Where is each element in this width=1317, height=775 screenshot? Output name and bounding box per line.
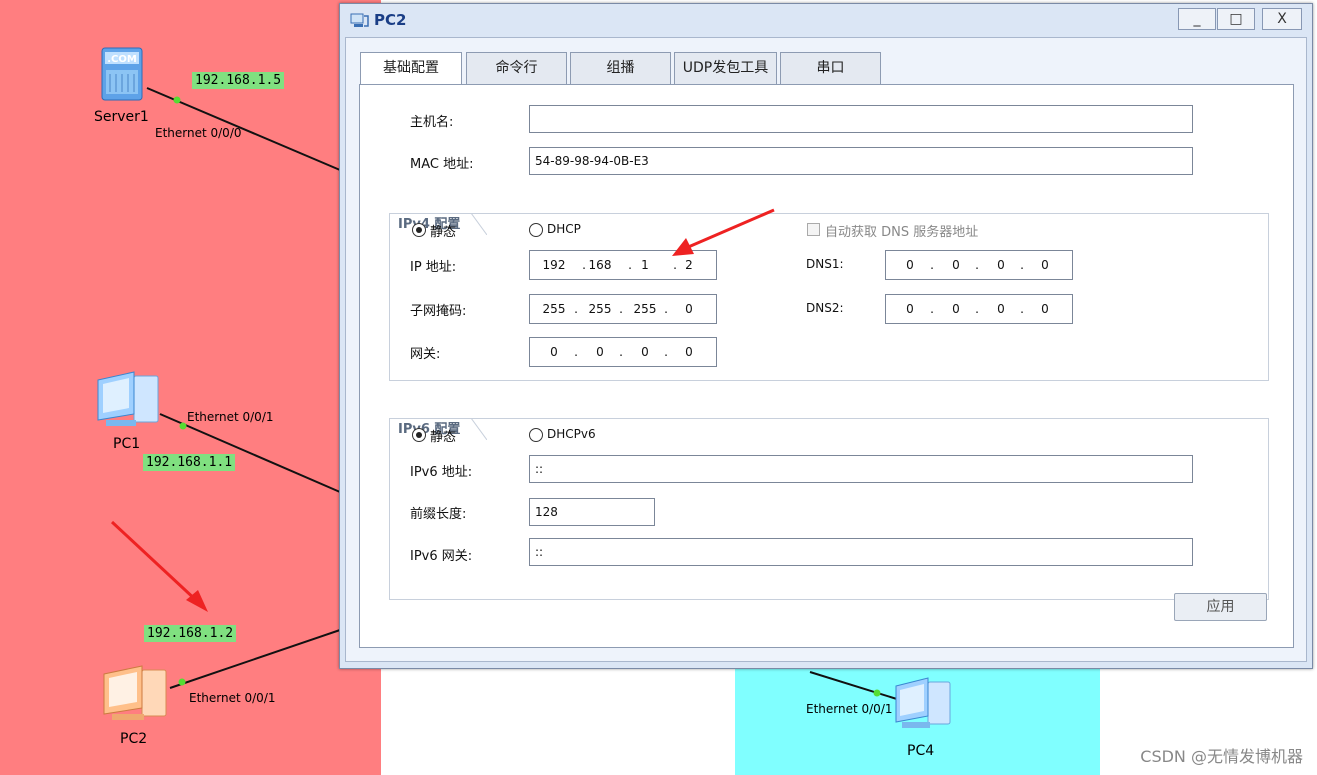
link-pc4	[809, 671, 901, 701]
dns2-input[interactable]: 0. 0. 0. 0	[885, 294, 1073, 324]
device-label-pc4: PC4	[907, 743, 935, 759]
ip-tag-pc2: 192.168.1.2	[144, 625, 237, 642]
tab-multicast[interactable]: 组播	[570, 52, 671, 84]
server-icon[interactable]: .COM	[96, 46, 148, 108]
mac-label: MAC 地址:	[410, 157, 474, 172]
close-button[interactable]: X	[1262, 8, 1302, 30]
watermark: CSDN @无情发博机器	[1140, 747, 1303, 766]
ipv6-group: IPv6 配置	[389, 418, 1269, 600]
ip-tag-pc1: 192.168.1.1	[143, 454, 236, 471]
port-dot-pc1	[179, 422, 187, 430]
gateway-input[interactable]: 0. 0. 0. 0	[529, 337, 717, 367]
ipv6-address-input[interactable]: ::	[529, 455, 1193, 483]
dhcpv6-radio[interactable]	[529, 428, 543, 442]
static-radio-ipv6[interactable]	[412, 428, 426, 442]
minimize-button[interactable]: _	[1178, 8, 1216, 30]
mac-field: 54-89-98-94-0B-E3	[529, 147, 1193, 175]
apply-button[interactable]: 应用	[1174, 593, 1267, 621]
tab-udp-tool[interactable]: UDP发包工具	[674, 52, 777, 84]
static-label-ipv4: 静态	[430, 225, 457, 240]
port-label-pc1: Ethernet 0/0/1	[187, 410, 274, 424]
maximize-button[interactable]: □	[1217, 8, 1255, 30]
port-dot-server1	[173, 96, 181, 104]
port-label-server1: Ethernet 0/0/0	[155, 126, 242, 140]
dhcpv6-label: DHCPv6	[547, 427, 596, 441]
ipv6-gateway-input[interactable]: ::	[529, 538, 1193, 566]
subnet-mask-label: 子网掩码:	[410, 304, 467, 319]
pc-icon[interactable]	[100, 664, 170, 732]
dns1-label: DNS1:	[806, 257, 844, 271]
pc-icon[interactable]	[94, 370, 162, 436]
ipv6-address-label: IPv6 地址:	[410, 465, 473, 480]
ip-address-input[interactable]: 192. 168. 1. 2	[529, 250, 717, 280]
prefix-length-label: 前缀长度:	[410, 507, 467, 522]
auto-dns-checkbox[interactable]	[807, 223, 820, 236]
window-titlebar[interactable]: PC2 _ □ X	[340, 4, 1312, 36]
dhcp-radio[interactable]	[529, 223, 543, 237]
tab-serial[interactable]: 串口	[780, 52, 881, 84]
hostname-label: 主机名:	[410, 115, 454, 130]
device-label-pc1: PC1	[113, 436, 141, 452]
auto-dns-label: 自动获取 DNS 服务器地址	[825, 225, 979, 240]
port-dot-pc4	[873, 689, 881, 697]
subnet-mask-input[interactable]: 255. 255. 255. 0	[529, 294, 717, 324]
device-label-server1: Server1	[94, 109, 149, 125]
svg-text:.COM: .COM	[107, 54, 137, 65]
dns2-label: DNS2:	[806, 301, 844, 315]
hostname-input[interactable]	[529, 105, 1193, 133]
port-dot-pc2	[178, 678, 186, 686]
static-label-ipv6: 静态	[430, 430, 457, 445]
prefix-length-input[interactable]: 128	[529, 498, 655, 526]
window-client-area: 基础配置 命令行 组播 UDP发包工具 串口 主机名: MAC 地址: 54-8…	[345, 37, 1307, 662]
port-label-pc2: Ethernet 0/0/1	[189, 691, 276, 705]
pc-app-icon	[350, 12, 370, 34]
annotation-arrow-left	[110, 520, 200, 604]
ip-tag-server1: 192.168.1.5	[192, 72, 285, 89]
link-pc1	[159, 413, 341, 493]
tab-command-line[interactable]: 命令行	[466, 52, 567, 84]
pc-icon[interactable]	[892, 676, 954, 740]
dns1-input[interactable]: 0. 0. 0. 0	[885, 250, 1073, 280]
window-title: PC2	[374, 11, 407, 29]
ipv6-gateway-label: IPv6 网关:	[410, 549, 473, 564]
port-label-pc4: Ethernet 0/0/1	[806, 702, 893, 716]
basic-config-panel: 主机名: MAC 地址: 54-89-98-94-0B-E3 IPv4 配置 静…	[359, 84, 1294, 648]
ip-address-label: IP 地址:	[410, 260, 457, 275]
tab-basic-config[interactable]: 基础配置	[360, 52, 462, 85]
device-label-pc2: PC2	[120, 731, 148, 747]
pc2-config-window: PC2 _ □ X 基础配置 命令行 组播 UDP发包工具 串口 主机名: MA…	[339, 3, 1313, 669]
dhcp-label: DHCP	[547, 222, 581, 236]
static-radio-ipv4[interactable]	[412, 223, 426, 237]
gateway-label: 网关:	[410, 347, 441, 362]
